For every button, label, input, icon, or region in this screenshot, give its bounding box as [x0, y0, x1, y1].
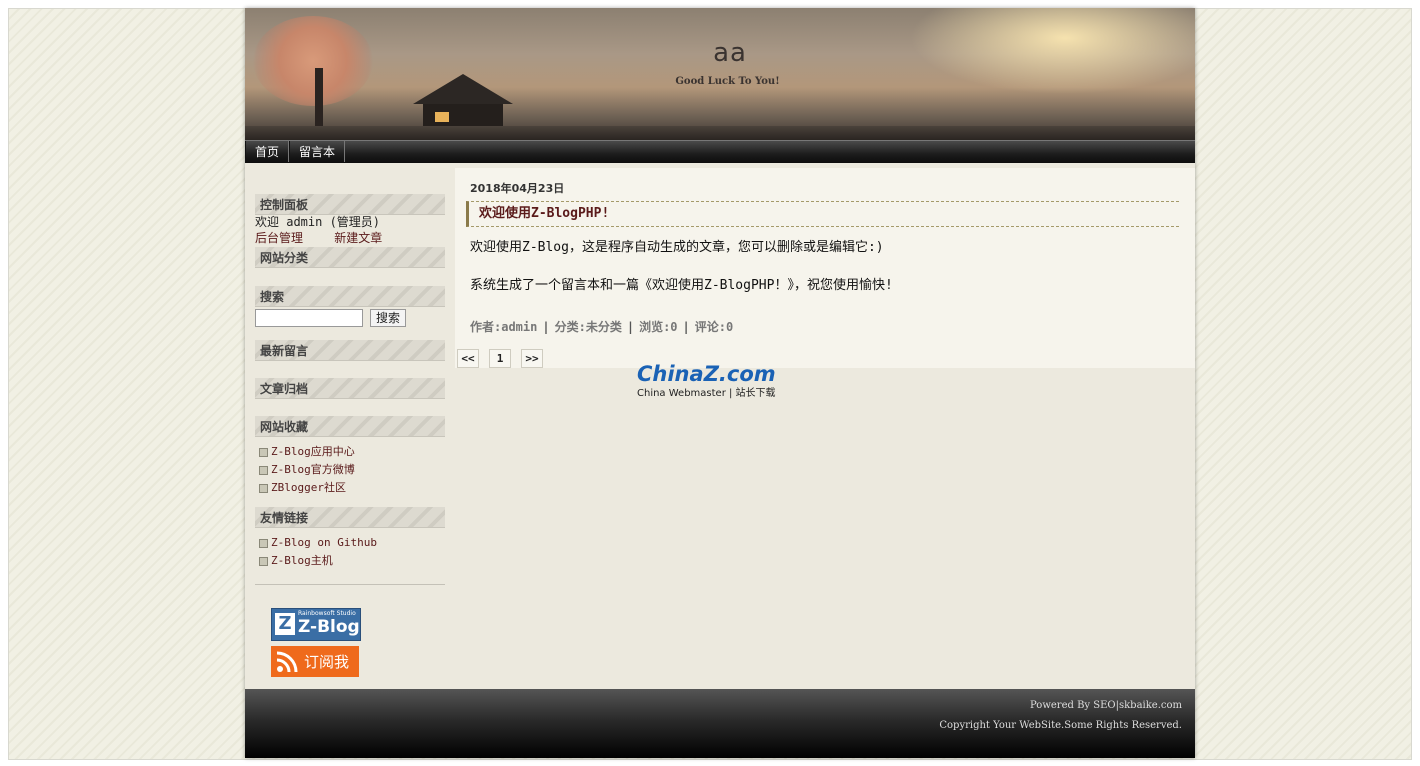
- post-comments: 评论:0: [694, 320, 734, 334]
- chinaz-watermark: ChinaZ.com China Webmaster | 站长下载: [637, 362, 776, 399]
- list-item: Z-Blog主机: [255, 552, 445, 570]
- post-meta: 作者:admin | 分类:未分类 | 浏览:0 | 评论:0: [470, 318, 733, 335]
- header-house-window: [435, 112, 449, 122]
- watermark-z: Z: [703, 362, 719, 386]
- watermark-logo: ChinaZ.com: [637, 362, 776, 386]
- list-item: Z-Blog应用中心: [255, 443, 445, 461]
- favorite-link-app-center[interactable]: Z-Blog应用中心: [271, 445, 355, 458]
- zblog-badge-small-text: Rainbowsoft Studio: [298, 610, 356, 617]
- favorite-link-weibo[interactable]: Z-Blog官方微博: [271, 463, 355, 476]
- new-post-link[interactable]: 新建文章: [334, 231, 382, 245]
- watermark-subtitle: China Webmaster | 站长下载: [637, 388, 776, 399]
- footer-powered-by: Powered By SEO|skbaike.com: [1029, 700, 1182, 711]
- zblog-badge[interactable]: Z Rainbowsoft Studio Z-Blog: [271, 608, 361, 641]
- main-content: 2018年04月23日 欢迎使用Z-BlogPHP! 欢迎使用Z-Blog，这是…: [455, 168, 1195, 368]
- site-header: aa Good Luck To You!: [245, 8, 1195, 140]
- pager-current[interactable]: 1: [489, 349, 511, 368]
- sidebar: 控制面板 欢迎 admin (管理员) 后台管理 新建文章 网站分类 搜索 搜索…: [255, 194, 445, 585]
- square-bullet-icon: [259, 465, 268, 475]
- sidebar-divider: [255, 584, 445, 585]
- search-input[interactable]: [255, 309, 363, 327]
- control-panel-links: 后台管理 新建文章: [255, 229, 445, 247]
- header-ground: [245, 126, 1195, 140]
- watermark-com: .com: [718, 362, 776, 386]
- categories-title: 网站分类: [255, 247, 445, 268]
- pager-next[interactable]: >>: [521, 349, 543, 368]
- rss-subscribe-badge[interactable]: 订阅我: [271, 646, 359, 677]
- meta-separator: |: [626, 320, 635, 334]
- watermark-china: China: [637, 362, 704, 386]
- post-body: 欢迎使用Z-Blog，这是程序自动生成的文章，您可以删除或是编辑它:) 系统生成…: [470, 238, 1170, 314]
- footer-copyright: Copyright Your WebSite.Some Rights Reser…: [939, 720, 1182, 731]
- zblog-logo-icon: Z: [275, 613, 295, 635]
- list-item: ZBlogger社区: [255, 479, 445, 497]
- post-views: 浏览:0: [639, 320, 678, 334]
- rss-badge-text: 订阅我: [304, 653, 350, 671]
- archives-title: 文章归档: [255, 378, 445, 399]
- zblog-badge-text: Z-Blog: [298, 617, 360, 637]
- list-item: Z-Blog官方微博: [255, 461, 445, 479]
- search-title: 搜索: [255, 286, 445, 307]
- site-title[interactable]: aa: [245, 38, 1195, 68]
- list-item: Z-Blog on Github: [255, 534, 445, 552]
- welcome-text: 欢迎 admin (管理员): [255, 215, 381, 229]
- search-button[interactable]: 搜索: [370, 309, 407, 327]
- post-category: 分类:未分类: [554, 320, 622, 334]
- friend-link-github[interactable]: Z-Blog on Github: [271, 536, 377, 549]
- site-subtitle: Good Luck To You!: [675, 76, 780, 87]
- pager-prev[interactable]: <<: [457, 349, 479, 368]
- post-author: 作者:admin: [470, 320, 538, 334]
- favorite-link-community[interactable]: ZBlogger社区: [271, 481, 346, 494]
- favorites-list: Z-Blog应用中心 Z-Blog官方微博 ZBlogger社区: [255, 443, 445, 497]
- post-paragraph: 欢迎使用Z-Blog，这是程序自动生成的文章，您可以删除或是编辑它:): [470, 240, 884, 255]
- square-bullet-icon: [259, 447, 268, 457]
- post-title-bar: 欢迎使用Z-BlogPHP!: [466, 201, 1179, 227]
- square-bullet-icon: [259, 556, 268, 566]
- post-paragraph: 系统生成了一个留言本和一篇《欢迎使用Z-BlogPHP！》，祝您使用愉快!: [470, 278, 893, 293]
- admin-link[interactable]: 后台管理: [255, 231, 303, 245]
- nav-home[interactable]: 首页: [245, 141, 290, 162]
- square-bullet-icon: [259, 538, 268, 548]
- post-date: 2018年04月23日: [470, 182, 565, 195]
- main-nav: 首页 留言本: [245, 140, 1195, 163]
- control-panel-title: 控制面板: [255, 194, 445, 215]
- square-bullet-icon: [259, 483, 268, 493]
- rss-icon: [276, 651, 298, 673]
- friend-links-list: Z-Blog on Github Z-Blog主机: [255, 534, 445, 570]
- friend-link-hosting[interactable]: Z-Blog主机: [271, 554, 333, 567]
- search-row: 搜索: [255, 309, 445, 329]
- favorites-title: 网站收藏: [255, 416, 445, 437]
- latest-comments-title: 最新留言: [255, 340, 445, 361]
- nav-guestbook[interactable]: 留言本: [289, 141, 346, 162]
- meta-separator: |: [542, 320, 550, 334]
- site-footer: Powered By SEO|skbaike.com Copyright You…: [245, 689, 1195, 758]
- pagination: << 1 >>: [457, 349, 553, 369]
- meta-separator: |: [682, 320, 690, 334]
- links-title: 友情链接: [255, 507, 445, 528]
- post-title[interactable]: 欢迎使用Z-BlogPHP!: [469, 202, 1179, 226]
